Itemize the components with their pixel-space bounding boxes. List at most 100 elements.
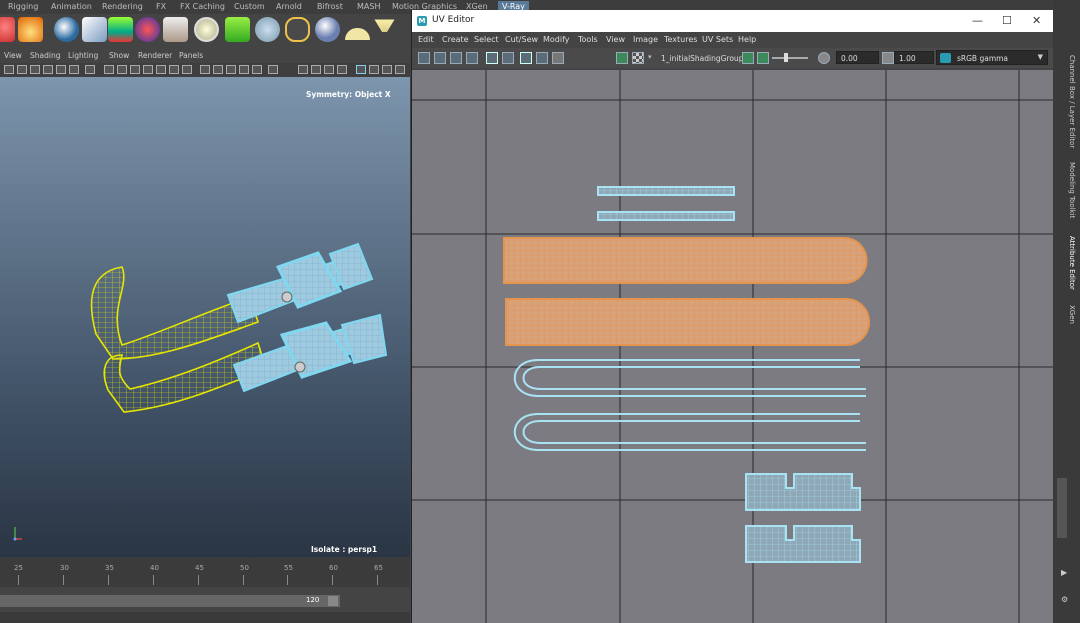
uv-menu-tools[interactable]: Tools [578,35,598,44]
range-handle[interactable] [328,596,338,606]
exposure-slider-handle[interactable] [784,53,788,62]
uv-grid-icon[interactable] [418,52,430,64]
maximize-icon[interactable]: ☐ [1002,14,1012,27]
viewport-menu-lighting[interactable]: Lighting [68,51,98,60]
uv-menu-create[interactable]: Create [442,35,469,44]
xgen-tab[interactable]: XGen [1068,305,1076,324]
blue-sphere-icon[interactable] [54,17,79,42]
modeling-toolkit-tab[interactable]: Modeling Toolkit [1068,162,1076,218]
uv-distortion-icon[interactable] [536,52,548,64]
checker-dropdown-icon[interactable]: ▾ [648,53,652,61]
red-sphere-icon[interactable] [0,17,15,42]
range-track[interactable] [0,595,340,607]
uv-texture-border-icon[interactable] [757,52,769,64]
uv-menu-textures[interactable]: Textures [664,35,697,44]
uv-snapshot-icon[interactable] [552,52,564,64]
uv-texture-icon[interactable] [450,52,462,64]
smooth-shade-icon[interactable] [117,65,127,74]
resolution-gate-icon[interactable] [85,65,95,74]
grid-toggle-icon[interactable] [56,65,66,74]
shelf-tab-fx-caching[interactable]: FX Caching [180,2,225,11]
ambient-occlusion-icon[interactable] [169,65,179,74]
shelf-tab-mash[interactable]: MASH [357,2,380,11]
uv-shell-buckles[interactable] [745,473,861,563]
shadows-icon[interactable] [156,65,166,74]
exposure-slider[interactable] [772,57,808,59]
viewport-menu-shading[interactable]: Shading [30,51,60,60]
dome-light-icon[interactable] [345,28,370,40]
camera-icon[interactable] [163,17,188,42]
time-slider[interactable]: 25 30 35 40 45 50 55 60 65 [0,557,410,587]
uv-menu-uv-sets[interactable]: UV Sets [702,35,733,44]
curve-icon[interactable] [285,17,310,42]
gear-icon[interactable] [255,17,280,42]
antialias-icon[interactable] [182,65,192,74]
perspective-viewport[interactable]: Symmetry: Object X Isolate: persp1 [0,77,410,557]
uv-shaded-icon[interactable] [742,52,754,64]
uv-display-grid-icon[interactable] [486,52,498,64]
gradient-icon[interactable] [135,17,160,42]
belt-model[interactable] [0,77,410,557]
settings-icon[interactable]: ⚙ [1061,595,1068,604]
uv-shell-belt-orange[interactable] [503,237,870,346]
fur-icon[interactable] [225,17,250,42]
shelf-tab-fx[interactable]: FX [156,2,166,11]
uv-shell-thin-strips[interactable] [597,186,735,221]
command-line[interactable] [0,612,410,623]
color-space-dropdown[interactable]: sRGB gamma ▼ [936,50,1048,65]
belt-buckle-upper[interactable] [226,242,374,324]
uv-menu-image[interactable]: Image [633,35,658,44]
wireframe-icon[interactable] [104,65,114,74]
outliner-panel-icon[interactable] [395,65,405,74]
viewport-menu-panels[interactable]: Panels [179,51,203,60]
metal-sphere-icon[interactable] [315,17,340,42]
uv-pixel-snap-icon[interactable] [502,52,514,64]
shelf-tab-animation[interactable]: Animation [51,2,92,11]
two-panel-icon[interactable] [369,65,379,74]
spot-light-icon[interactable] [374,19,395,32]
light-bulb-icon[interactable] [298,65,308,74]
uv-shell-loops[interactable] [513,359,866,451]
close-icon[interactable]: ✕ [1032,14,1041,27]
uv-menu-cut-sew[interactable]: Cut/Sew [505,35,538,44]
select-camera-icon[interactable] [4,65,14,74]
lights-icon[interactable] [143,65,153,74]
uv-menu-modify[interactable]: Modify [543,35,570,44]
belt-strap-upper[interactable] [90,266,259,360]
uv-image-toggle-icon[interactable] [616,52,628,64]
grease-pencil-icon[interactable] [337,65,347,74]
image-plane-icon[interactable] [43,65,53,74]
exposure-icon[interactable] [252,65,262,74]
uv-menu-edit[interactable]: Edit [418,35,434,44]
uv-editor-titlebar[interactable]: M UV Editor — ☐ ✕ [412,10,1054,32]
shading-group-label[interactable]: 1_initialShadingGroup [661,54,743,63]
viewport-menu-renderer[interactable]: Renderer [138,51,172,60]
exposure-field[interactable]: 0.00 [836,51,879,64]
gamma-reset-icon[interactable] [882,52,894,64]
shelf-tab-bifrost[interactable]: Bifrost [317,2,343,11]
hud-icon[interactable] [324,65,334,74]
xray-icon[interactable] [213,65,223,74]
uv-dim-image-icon[interactable] [466,52,478,64]
uv-menu-view[interactable]: View [606,35,625,44]
uv-isolate-icon[interactable] [520,52,532,64]
uv-menu-select[interactable]: Select [474,35,499,44]
uv-canvas[interactable] [412,70,1054,623]
shelf-tab-rendering[interactable]: Rendering [102,2,143,11]
attribute-editor-tab[interactable]: Attribute Editor [1068,236,1076,290]
textured-icon[interactable] [130,65,140,74]
film-gate-icon[interactable] [69,65,79,74]
camera-attributes-icon[interactable] [17,65,27,74]
gamma-icon[interactable] [268,65,278,74]
dock-scrollbar[interactable] [1057,478,1067,538]
four-panel-icon[interactable] [382,65,392,74]
color-management-icon[interactable] [311,65,321,74]
light-icon[interactable] [82,17,107,42]
viewport-menu-show[interactable]: Show [109,51,129,60]
xray-joints-icon[interactable] [226,65,236,74]
bookmark-icon[interactable] [30,65,40,74]
isolate-select-icon[interactable] [200,65,210,74]
fire-icon[interactable] [18,17,43,42]
gamma-field[interactable]: 1.00 [894,51,934,64]
uv-layout[interactable] [412,70,1054,623]
